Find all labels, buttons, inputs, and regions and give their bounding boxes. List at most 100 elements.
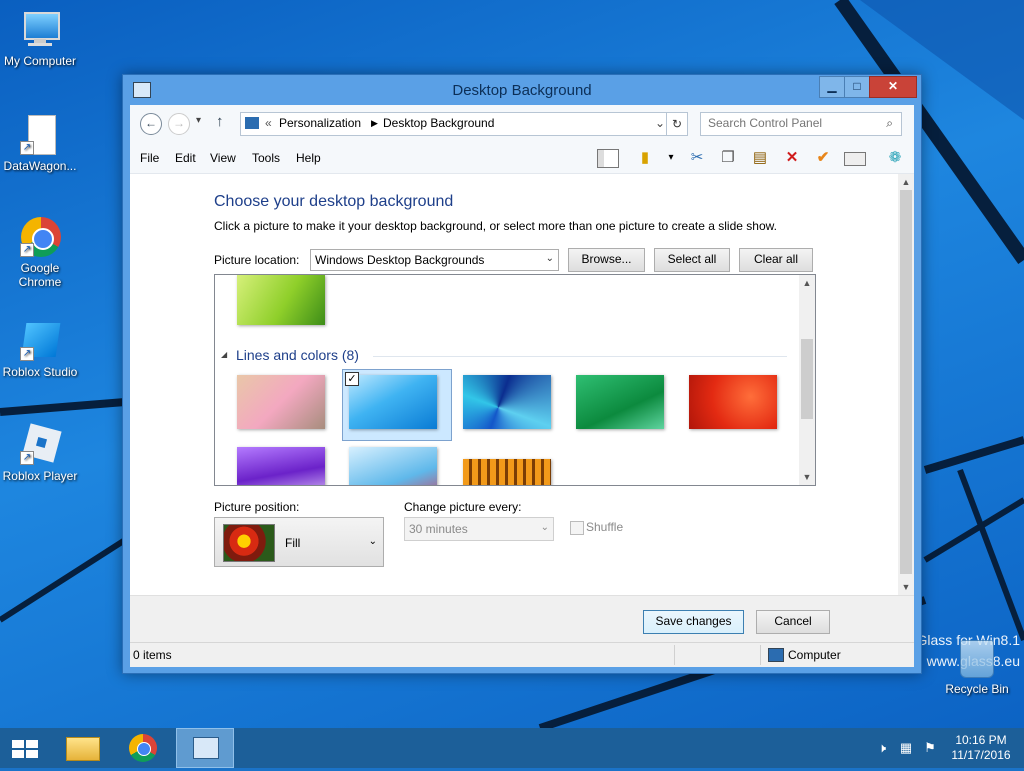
properties-check-icon[interactable]: ✔ xyxy=(812,147,834,169)
menu-file[interactable]: File xyxy=(140,151,159,165)
address-bar[interactable]: « Personalization ▶ Desktop Background ⌄… xyxy=(240,112,688,136)
copy-icon[interactable]: ❐ xyxy=(717,147,739,169)
select-all-button[interactable]: Select all xyxy=(654,248,730,272)
delete-icon[interactable]: ✕ xyxy=(781,147,803,169)
network-icon[interactable]: ▦ xyxy=(898,740,914,756)
shuffle-label: Shuffle xyxy=(586,520,624,534)
clock-time: 10:16 PM xyxy=(955,733,1007,747)
volume-muted-icon[interactable]: 🕨 xyxy=(874,740,890,756)
layout-icon[interactable] xyxy=(597,147,619,169)
desktop-icon-datawagon[interactable]: ↗ DataWagon... xyxy=(0,115,80,173)
shortcut-arrow-icon: ↗ xyxy=(20,451,34,465)
cut-icon[interactable]: ✂ xyxy=(686,147,708,169)
desktop-icon-label: DataWagon... xyxy=(3,159,77,173)
wallpaper-thumbnail-blue-lines[interactable] xyxy=(349,375,437,429)
navigation-bar: ← → ▾ ↑ « Personalization ▶ Desktop Back… xyxy=(130,105,914,143)
chevron-down-icon: ⌄ xyxy=(545,253,554,264)
wallpaper-thumbnail-blue-petals[interactable] xyxy=(463,375,551,429)
title-bar[interactable]: Desktop Background ▁ □ ✕ xyxy=(123,75,921,105)
search-input[interactable] xyxy=(701,113,878,133)
wallpaper-thumbnail-orange-stripes[interactable] xyxy=(463,459,551,485)
flower-preview-icon xyxy=(223,524,275,562)
menu-edit[interactable]: Edit xyxy=(175,151,196,165)
wallpaper-thumbnail-green-fold[interactable] xyxy=(576,375,664,429)
thumbnail-checkbox[interactable]: ✓ xyxy=(345,372,359,386)
main-content: Choose your desktop background Click a p… xyxy=(130,174,898,595)
change-picture-select[interactable]: 30 minutes ⌄ xyxy=(404,517,554,541)
picture-gallery: ◢ Lines and colors (8) ✓ ▲ ▼ xyxy=(214,274,816,486)
page-title: Choose your desktop background xyxy=(214,193,454,210)
close-button[interactable]: ✕ xyxy=(869,76,917,98)
picture-position-select[interactable]: Fill ⌄ xyxy=(214,517,384,567)
windows-logo-icon xyxy=(12,740,38,758)
picture-location-select[interactable]: Windows Desktop Backgrounds ⌄ xyxy=(310,249,559,271)
taskbar-control-panel[interactable] xyxy=(176,728,234,768)
up-button[interactable]: ↑ xyxy=(216,113,224,130)
breadcrumb-personalization[interactable]: Personalization xyxy=(279,116,361,130)
status-location: Computer xyxy=(788,648,841,662)
menu-help[interactable]: Help xyxy=(296,151,321,165)
wallpaper-thumbnail-cartoon[interactable] xyxy=(237,375,325,429)
group-lines-and-colors[interactable]: Lines and colors (8) xyxy=(236,347,359,363)
scroll-up-icon[interactable]: ▲ xyxy=(799,275,815,291)
search-icon[interactable]: ⌕ xyxy=(886,116,893,131)
picture-position-value: Fill xyxy=(285,536,301,550)
desktop-icon-google-chrome[interactable]: ↗ Google Chrome xyxy=(0,217,80,289)
start-button[interactable] xyxy=(0,728,50,768)
taskbar: 🕨 ▦ ⚑ 10:16 PM 11/17/2016 xyxy=(0,728,1024,768)
save-changes-button[interactable]: Save changes xyxy=(643,610,744,634)
computer-icon xyxy=(20,10,60,50)
breadcrumb-separator-icon[interactable]: ▶ xyxy=(371,118,378,129)
file-icon: ↗ xyxy=(20,115,60,155)
cancel-button[interactable]: Cancel xyxy=(756,610,830,634)
browse-button[interactable]: Browse... xyxy=(568,248,645,272)
wallpaper-thumbnail-green-leaf[interactable] xyxy=(237,275,325,325)
maximize-button[interactable]: □ xyxy=(844,76,870,98)
clear-all-button[interactable]: Clear all xyxy=(739,248,813,272)
taskbar-google-chrome[interactable] xyxy=(118,728,168,768)
options-chevron-icon[interactable]: ▾ xyxy=(660,147,682,169)
desktop-icon-roblox-studio[interactable]: ↗ Roblox Studio xyxy=(0,321,80,379)
breadcrumb-desktop-background[interactable]: Desktop Background xyxy=(383,116,494,130)
group-divider xyxy=(373,356,787,357)
chrome-icon: ↗ xyxy=(20,217,61,257)
gallery-scrollbar[interactable]: ▲ ▼ xyxy=(799,275,815,485)
content-scrollbar[interactable]: ▲ ▼ xyxy=(898,174,914,595)
forward-button[interactable]: → xyxy=(168,113,190,135)
gallery-scroll-thumb[interactable] xyxy=(801,339,813,419)
folder-options-icon[interactable]: ▮ xyxy=(634,147,656,169)
wallpaper-thumbnail-light-blue[interactable] xyxy=(349,447,437,485)
address-dropdown-icon[interactable]: ⌄ xyxy=(655,116,665,130)
desktop-icon-label: Roblox Studio xyxy=(2,365,78,379)
dialog-footer: Save changes Cancel xyxy=(130,595,914,642)
scroll-up-icon[interactable]: ▲ xyxy=(898,174,914,190)
paste-icon[interactable]: ▤ xyxy=(749,147,771,169)
wallpaper-thumbnail-red-swirl[interactable] xyxy=(689,375,777,429)
chevron-down-icon: ⌄ xyxy=(368,536,377,547)
taskbar-file-explorer[interactable] xyxy=(56,728,106,768)
action-center-icon[interactable]: ⚑ xyxy=(922,740,938,756)
change-picture-value: 30 minutes xyxy=(409,522,468,536)
shuffle-checkbox[interactable] xyxy=(570,521,584,535)
breadcrumb-overflow[interactable]: « xyxy=(265,116,272,130)
minimize-button[interactable]: ▁ xyxy=(819,76,845,98)
desktop-icon-label: Recycle Bin xyxy=(945,682,1009,696)
desktop-icon-roblox-player[interactable]: ↗ Roblox Player xyxy=(0,423,80,483)
menu-view[interactable]: View xyxy=(210,151,236,165)
menu-tools[interactable]: Tools xyxy=(252,151,280,165)
collapse-group-icon[interactable]: ◢ xyxy=(221,350,227,359)
content-scroll-thumb[interactable] xyxy=(900,190,912,574)
recent-pages-chevron-icon[interactable]: ▾ xyxy=(196,115,201,126)
scroll-down-icon[interactable]: ▼ xyxy=(799,469,815,485)
status-separator xyxy=(760,645,761,665)
page-description: Click a picture to make it your desktop … xyxy=(214,219,777,233)
taskbar-clock[interactable]: 10:16 PM 11/17/2016 xyxy=(946,733,1016,763)
desktop-icon-recycle-bin[interactable]: Recycle Bin xyxy=(940,640,1014,696)
shell-icon[interactable]: ❁ xyxy=(884,147,906,169)
back-button[interactable]: ← xyxy=(140,113,162,135)
preview-pane-icon[interactable] xyxy=(844,147,866,169)
scroll-down-icon[interactable]: ▼ xyxy=(898,579,914,595)
wallpaper-thumbnail-purple-waves[interactable] xyxy=(237,447,325,485)
desktop-icon-my-computer[interactable]: My Computer xyxy=(0,10,80,68)
refresh-button[interactable]: ↻ xyxy=(666,113,687,135)
